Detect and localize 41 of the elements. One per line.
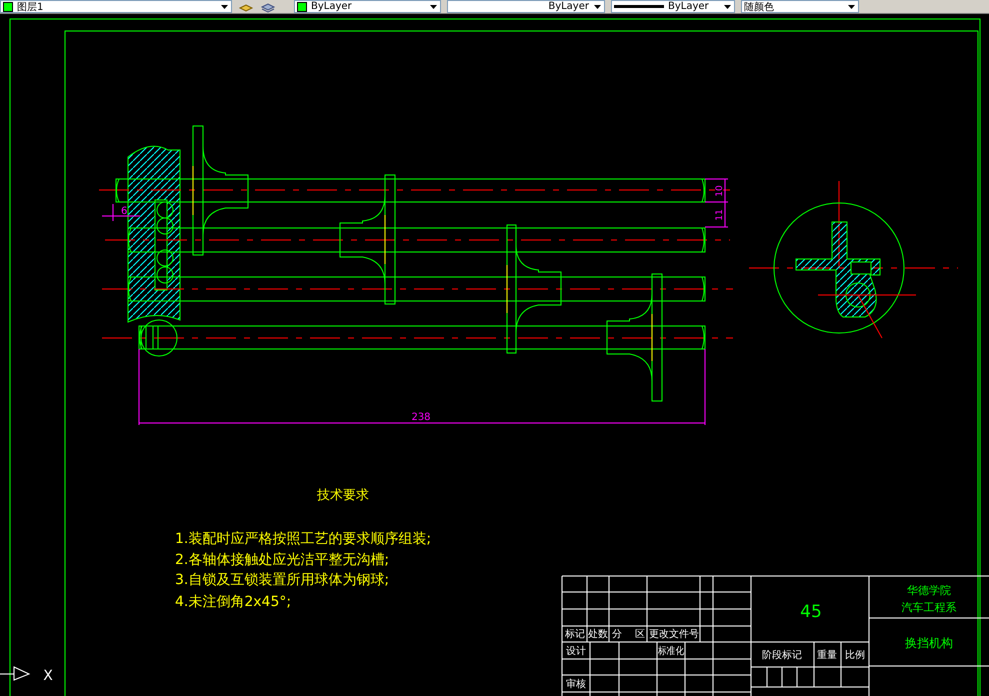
title-block-label: 标准化 <box>658 646 688 657</box>
plot-style-dropdown[interactable]: 随颜色 <box>741 0 859 13</box>
layer-color-icon <box>3 2 13 12</box>
dimension-text: 6 <box>121 206 128 217</box>
dropdown-arrow-icon <box>723 2 732 11</box>
ucs-axis-icon <box>0 666 30 680</box>
title-block-label: 审核 <box>566 679 586 690</box>
axis-label: X <box>43 668 53 684</box>
requirement-text: 1.装配时应严格按照工艺的要求顺序组装; <box>175 531 432 547</box>
title-block-label: 区 <box>635 629 645 640</box>
dimension-text: 11 <box>715 209 725 221</box>
title-block-label: 标记 <box>565 629 585 640</box>
color-dropdown[interactable]: ByLayer <box>294 0 441 13</box>
dropdown-arrow-icon <box>593 2 602 11</box>
dropdown-arrow-icon <box>429 2 438 11</box>
drawing-title: 换挡机构 <box>905 636 953 650</box>
dimension-text: 238 <box>411 412 431 423</box>
line-sample-icon <box>614 5 664 8</box>
requirements-title: 技术要求 <box>317 488 369 503</box>
linetype-dropdown[interactable]: ByLayer <box>447 0 605 13</box>
title-block-label: 设计 <box>566 646 586 657</box>
color-swatch-icon <box>297 2 307 12</box>
requirement-text: 2.各轴体接触处应光洁平整无沟槽; <box>175 552 390 568</box>
title-block-label: 更改文件号 <box>649 629 699 640</box>
school-name: 华德学院 <box>907 584 951 597</box>
dimension-text: 10 <box>715 185 725 197</box>
title-block-label: 分 <box>612 629 622 640</box>
title-block-label: 阶段标记 <box>762 650 802 661</box>
dropdown-arrow-icon <box>220 2 229 11</box>
layer-dropdown[interactable]: 图层1 <box>0 0 232 13</box>
layers-icon[interactable] <box>260 0 276 12</box>
requirement-text: 4.未注倒角2x45°; <box>175 594 292 610</box>
lineweight-dropdown[interactable]: ByLayer <box>611 0 735 13</box>
title-block-label: 重量 <box>817 650 837 661</box>
department-name: 汽车工程系 <box>902 601 956 614</box>
title-block-label: 比例 <box>845 650 865 661</box>
title-block-label: 处数 <box>588 629 608 640</box>
interlock-pin-drawing <box>140 320 178 356</box>
requirement-text: 3.自锁及互锁装置所用球体为钢球; <box>175 572 390 588</box>
material-text: 45 <box>800 602 822 622</box>
dropdown-arrow-icon <box>847 2 856 11</box>
